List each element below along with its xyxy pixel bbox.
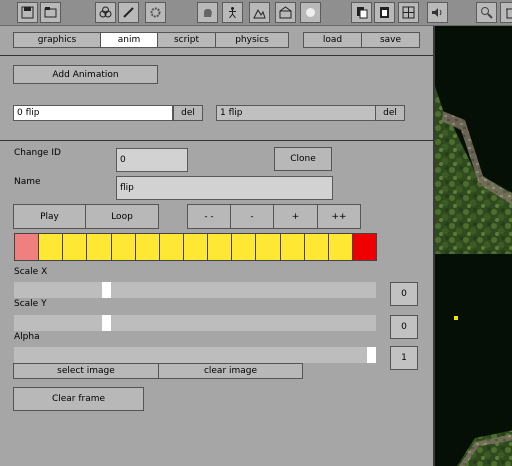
toolbar — [0, 0, 512, 26]
frame-cell[interactable] — [62, 233, 88, 261]
scene-tool-button[interactable] — [275, 2, 296, 23]
sound-tool-button[interactable] — [427, 2, 448, 23]
group-tool-button[interactable] — [95, 2, 116, 23]
brush-tool-button[interactable] — [118, 2, 139, 23]
paste-icon — [380, 7, 389, 18]
terrain-tool-button[interactable] — [249, 2, 270, 23]
animation-item-0[interactable]: 0 flip — [13, 105, 173, 121]
tab-physics[interactable]: physics — [215, 32, 289, 48]
speed-faster-button[interactable]: + — [273, 204, 318, 229]
scale-y-value[interactable]: 0 — [390, 315, 418, 339]
speed-slower-button[interactable]: - — [230, 204, 274, 229]
alpha-label: Alpha — [14, 332, 40, 342]
clear-frame-button[interactable]: Clear frame — [13, 387, 144, 411]
scale-y-slider[interactable] — [14, 315, 376, 331]
frame-cell[interactable] — [303, 233, 329, 261]
grid-icon — [402, 6, 415, 19]
frame-cell[interactable] — [351, 233, 378, 261]
change-id-label: Change ID — [14, 148, 61, 158]
light-tool-button[interactable] — [300, 2, 321, 23]
clear-image-button[interactable]: clear image — [158, 363, 303, 379]
sound-icon — [432, 8, 442, 17]
tab-script[interactable]: script — [157, 32, 216, 48]
scale-y-label: Scale Y — [14, 299, 47, 309]
terrain-icon — [253, 8, 266, 19]
load-button[interactable]: load — [303, 32, 362, 48]
frame-cell[interactable] — [255, 233, 281, 261]
frame-cell[interactable] — [279, 233, 305, 261]
scale-x-slider[interactable] — [14, 282, 376, 298]
figure-icon — [229, 7, 236, 19]
tab-anim[interactable]: anim — [100, 32, 158, 48]
gear-icon — [150, 7, 161, 18]
add-animation-button[interactable]: Add Animation — [13, 65, 158, 84]
brush-icon — [123, 7, 134, 18]
scale-x-value[interactable]: 0 — [390, 282, 418, 306]
scale-y-slider-thumb[interactable] — [102, 315, 111, 331]
alpha-slider[interactable] — [14, 347, 376, 363]
properties-panel: graphics anim script physics load save A… — [0, 26, 433, 466]
copy-icon — [357, 7, 368, 19]
copy-tool-button[interactable] — [351, 2, 372, 23]
scene-viewport[interactable] — [433, 26, 512, 466]
save-tool-button[interactable] — [17, 2, 38, 23]
delete-animation-1-button[interactable]: del — [375, 105, 405, 121]
name-label: Name — [14, 177, 41, 187]
hand-tool-button[interactable] — [197, 2, 218, 23]
scene-render — [435, 86, 512, 466]
save-icon — [21, 6, 34, 19]
open-icon — [44, 7, 57, 18]
delete-animation-0-button[interactable]: del — [173, 105, 203, 121]
light-icon — [306, 8, 315, 17]
open-tool-button[interactable] — [40, 2, 61, 23]
zoom-tool-button[interactable] — [476, 2, 497, 23]
figure-tool-button[interactable] — [222, 2, 243, 23]
save-button[interactable]: save — [361, 32, 420, 48]
frame-cell[interactable] — [207, 233, 233, 261]
change-id-field[interactable]: 0 — [116, 148, 188, 172]
gear-tool-button[interactable] — [145, 2, 166, 23]
animation-item-1[interactable]: 1 flip — [216, 105, 376, 121]
alpha-value[interactable]: 1 — [390, 346, 418, 370]
frame-strip — [14, 233, 378, 261]
frame-cell[interactable] — [110, 233, 136, 261]
frame-cell[interactable] — [14, 233, 40, 261]
clone-button[interactable]: Clone — [274, 147, 332, 171]
scale-x-slider-thumb[interactable] — [102, 282, 111, 298]
delete-tool-button[interactable] — [500, 2, 512, 23]
frame-cell[interactable] — [231, 233, 257, 261]
speed-fastest-button[interactable]: ++ — [317, 204, 361, 229]
hand-icon — [204, 9, 212, 17]
paste-tool-button[interactable] — [374, 2, 395, 23]
divider — [0, 55, 433, 56]
divider — [0, 140, 433, 141]
group-icon — [99, 6, 112, 18]
name-field[interactable]: flip — [116, 176, 333, 200]
frame-cell[interactable] — [327, 233, 353, 261]
tab-graphics[interactable]: graphics — [13, 32, 101, 48]
frame-cell[interactable] — [38, 233, 64, 261]
alpha-slider-thumb[interactable] — [367, 347, 376, 363]
frame-cell[interactable] — [182, 233, 209, 261]
delete-icon — [506, 8, 512, 19]
scale-x-label: Scale X — [14, 267, 48, 277]
grid-tool-button[interactable] — [398, 2, 419, 23]
play-button[interactable]: Play — [13, 204, 86, 229]
frame-cell[interactable] — [134, 233, 160, 261]
frame-cell[interactable] — [86, 233, 112, 261]
frame-cell[interactable] — [158, 233, 184, 261]
loop-button[interactable]: Loop — [85, 204, 159, 229]
zoom-icon — [481, 7, 493, 19]
speed-slowest-button[interactable]: - - — [187, 204, 231, 229]
select-image-button[interactable]: select image — [13, 363, 159, 379]
scene-icon — [279, 6, 292, 19]
